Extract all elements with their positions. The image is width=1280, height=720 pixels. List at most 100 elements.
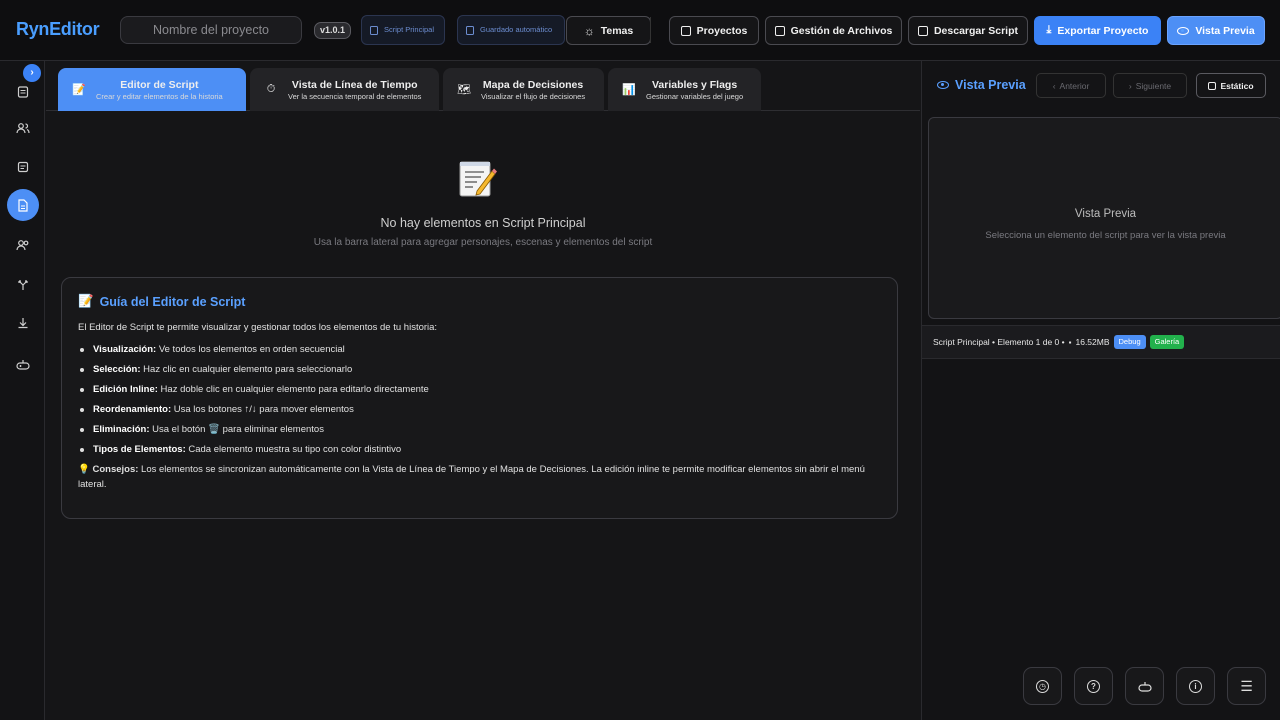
debug-badge[interactable]: Debug <box>1113 335 1146 349</box>
preview-placeholder-subtitle: Selecciona un elemento del script para v… <box>985 230 1226 241</box>
gamepad-icon <box>1137 681 1152 692</box>
export-project-button[interactable]: ⤓ Exportar Proyecto <box>1034 16 1161 45</box>
files-icon <box>774 25 785 36</box>
download-icon[interactable] <box>8 308 38 338</box>
preview-placeholder-title: Vista Previa <box>1074 208 1137 220</box>
tab-sublabel: Gestionar variables del juego <box>646 91 744 101</box>
tip-text: Los elementos se sincronizan automáticam… <box>78 464 865 490</box>
tip-term: Consejos: <box>92 464 139 475</box>
history-button[interactable]: ◷ <box>1023 667 1062 705</box>
tab-script-editor[interactable]: 📝 Editor de Script Crear y editar element… <box>58 68 246 111</box>
stopwatch-icon: ⏱ <box>266 83 276 95</box>
script-chip[interactable]: Script Principal <box>361 15 445 45</box>
tab-timeline[interactable]: ⏱ Vista de Línea de Tiempo Ver la secuenc… <box>250 68 439 111</box>
preview-title: Vista Previa <box>937 78 1026 92</box>
memo-icon <box>459 161 497 197</box>
list-item: Eliminación: Usa el botón 🗑️ para elimin… <box>78 423 881 443</box>
tab-label: Variables y Flags <box>651 78 738 91</box>
next-label: Siguiente <box>1135 80 1172 91</box>
menu-icon: ☰ <box>1240 677 1253 694</box>
guide-intro: El Editor de Script te permite visualiza… <box>78 322 438 333</box>
item-term: Selección: <box>93 364 141 375</box>
script-chip-label: Script Principal <box>384 25 435 34</box>
branch-icon[interactable] <box>8 269 38 299</box>
lightbulb-icon: 💡 <box>78 464 90 475</box>
guide-tip: 💡 Consejos: Los elementos se sincronizan… <box>78 462 881 492</box>
previous-button[interactable]: ‹ Anterior <box>1036 73 1106 98</box>
gamepad-button[interactable] <box>1125 667 1164 705</box>
left-sidebar <box>0 61 45 720</box>
chevron-left-icon: ‹ <box>1052 80 1056 91</box>
list-icon[interactable] <box>8 152 38 182</box>
header-divider <box>650 17 651 43</box>
help-button[interactable]: ? <box>1074 667 1113 705</box>
memo-icon: 📝 <box>78 294 94 308</box>
item-text: Usa el botón 🗑️ para eliminar elementos <box>149 424 324 435</box>
file-management-label: Gestión de Archivos <box>790 24 893 37</box>
list-item: Visualización: Ve todos los elementos en… <box>78 343 881 363</box>
static-label: Estático <box>1220 80 1254 91</box>
menu-button[interactable]: ☰ <box>1227 667 1266 705</box>
download-script-label: Descargar Script <box>933 24 1019 37</box>
guide-title: Guía del Editor de Script <box>99 294 246 309</box>
status-text: Script Principal • Elemento 1 de 0 • <box>933 337 1065 347</box>
preview-panel: Vista Previa ‹ Anterior › Siguiente Está… <box>921 61 1280 720</box>
tab-variables[interactable]: 📊 Variables y Flags Gestionar variables d… <box>608 68 761 111</box>
memo-icon: 📝 <box>72 84 86 96</box>
gallery-badge[interactable]: Galería <box>1149 335 1185 349</box>
main-panel: 📝 Editor de Script Crear y editar element… <box>46 61 920 720</box>
item-term: Eliminación: <box>93 424 150 435</box>
app-root: RynEditor v1.0.1 Script Principal Guarda… <box>0 0 1280 720</box>
item-text: Haz doble clic en cualquier elemento par… <box>157 384 429 395</box>
next-button[interactable]: › Siguiente <box>1113 73 1187 98</box>
tab-bar: 📝 Editor de Script Crear y editar element… <box>46 61 920 111</box>
item-text: Cada elemento muestra su tipo con color … <box>185 444 402 455</box>
project-name-input[interactable] <box>120 16 302 44</box>
themes-button[interactable]: ☼ Temas <box>566 16 651 45</box>
info-button[interactable]: i <box>1176 667 1215 705</box>
info-icon: i <box>1189 679 1202 693</box>
preview-label: Vista Previa <box>1195 24 1255 37</box>
download-script-button[interactable]: Descargar Script <box>908 16 1028 45</box>
export-project-label: Exportar Proyecto <box>1057 24 1149 37</box>
empty-state-subtitle: Usa la barra lateral para agregar person… <box>313 237 653 248</box>
preview-status-bar: Script Principal • Elemento 1 de 0 • ▪ 1… <box>922 325 1280 359</box>
preview-canvas: Vista Previa Selecciona un elemento del … <box>928 117 1280 319</box>
checkbox-icon <box>1208 81 1217 90</box>
file-icon <box>370 25 378 35</box>
tab-sublabel: Ver la secuencia temporal de elementos <box>288 91 422 101</box>
static-toggle-button[interactable]: Estático <box>1196 73 1266 98</box>
version-badge: v1.0.1 <box>314 22 352 39</box>
memory-icon: ▪ <box>1068 337 1072 347</box>
list-item: Tipos de Elementos: Cada elemento muestr… <box>78 443 881 463</box>
list-item: Reordenamiento: Usa los botones ↑/↓ para… <box>78 403 881 423</box>
empty-state-title: No hay elementos en Script Principal <box>380 216 586 230</box>
previous-label: Anterior <box>1059 80 1090 91</box>
script-icon[interactable] <box>7 189 39 221</box>
item-text: Ve todos los elementos en orden secuenci… <box>156 344 345 355</box>
save-icon <box>466 25 474 35</box>
export-icon: ⤓ <box>1046 24 1052 36</box>
tab-sublabel: Visualizar el flujo de decisiones <box>481 91 586 101</box>
help-icon: ? <box>1087 679 1100 693</box>
tab-label: Editor de Script <box>120 78 199 91</box>
tab-decision-map[interactable]: 🗺 Mapa de Decisiones Visualizar el flujo … <box>443 68 604 111</box>
list-item: Selección: Haz clic en cualquier element… <box>78 363 881 383</box>
gamepad-icon[interactable] <box>8 349 38 379</box>
preview-button[interactable]: Vista Previa <box>1167 16 1265 45</box>
file-management-button[interactable]: Gestión de Archivos <box>765 16 902 45</box>
users-icon[interactable] <box>8 113 38 143</box>
sidebar-toggle-button[interactable]: › <box>23 64 41 82</box>
script-file-icon <box>917 25 928 36</box>
memory-usage: 16.52MB <box>1075 337 1110 347</box>
projects-label: Proyectos <box>696 24 748 37</box>
projects-button[interactable]: Proyectos <box>669 16 759 45</box>
script-editor-guide: 📝 Guía del Editor de Script El Editor de … <box>61 277 898 519</box>
preview-title-label: Vista Previa <box>955 78 1026 92</box>
eye-icon <box>937 81 949 89</box>
item-term: Reordenamiento: <box>93 404 172 415</box>
top-header: RynEditor v1.0.1 Script Principal Guarda… <box>0 0 1280 61</box>
item-term: Edición Inline: <box>93 384 158 395</box>
characters-icon[interactable] <box>8 230 38 260</box>
chevron-right-icon: › <box>1128 80 1132 91</box>
